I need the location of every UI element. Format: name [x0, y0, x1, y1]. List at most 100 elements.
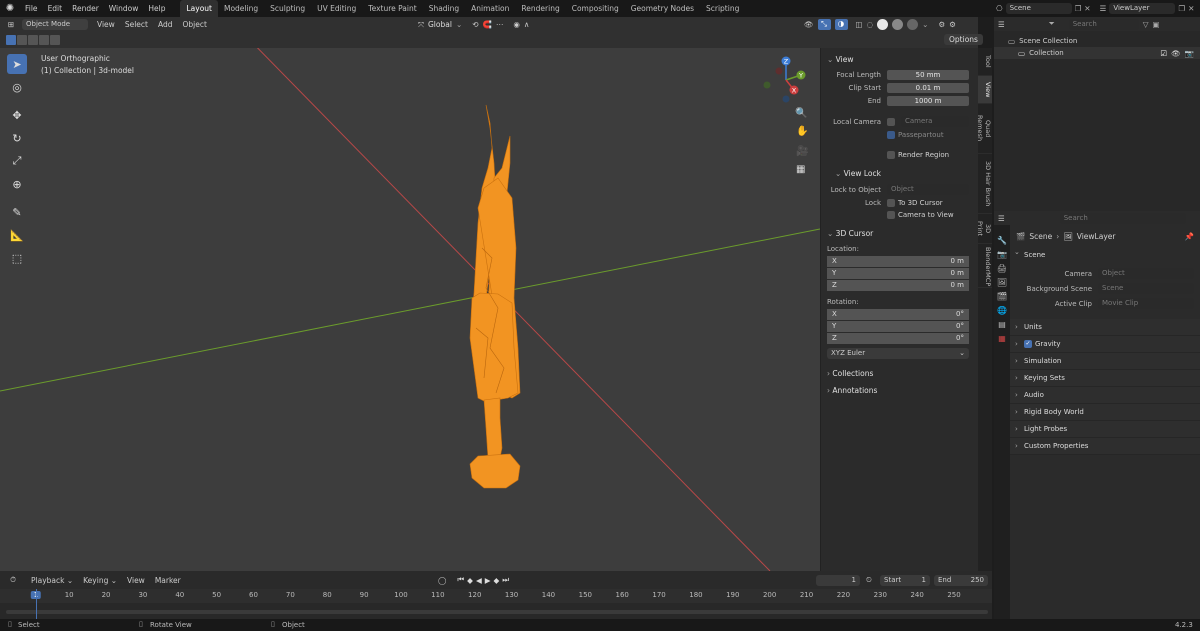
scene-tab-icon[interactable]: 🎬: [997, 292, 1007, 301]
timeline-track[interactable]: [0, 589, 992, 619]
settings-icon[interactable]: ⚙: [938, 20, 945, 29]
proportional-edit-icon[interactable]: ◉: [513, 20, 520, 29]
checkbox-icon[interactable]: ☑: [1160, 49, 1167, 58]
blender-logo-icon[interactable]: ✺: [0, 3, 20, 14]
falloff-icon[interactable]: ∧: [524, 20, 530, 29]
copy-icon[interactable]: ❐: [1075, 4, 1082, 13]
tab-modeling[interactable]: Modeling: [218, 0, 264, 17]
play-icon[interactable]: ▶: [485, 576, 491, 585]
pin-icon[interactable]: 📌: [1185, 232, 1194, 241]
annotate-tool-icon[interactable]: ✎: [7, 202, 27, 222]
properties-section-units[interactable]: Units: [1010, 319, 1200, 336]
camera-view-icon[interactable]: 🎥: [796, 146, 808, 157]
active-clip-field[interactable]: Movie Clip: [1098, 298, 1194, 309]
start-frame-field[interactable]: Start 1: [880, 574, 930, 586]
select-intersect-icon[interactable]: [39, 35, 49, 45]
output-tab-icon[interactable]: 🖨: [997, 264, 1007, 273]
local-camera-field[interactable]: Camera: [901, 116, 969, 127]
focal-length-field[interactable]: 50 mm: [887, 70, 969, 80]
menu-help[interactable]: Help: [143, 0, 170, 17]
grid-view-icon[interactable]: ▦: [796, 164, 805, 175]
camera-to-view-checkbox[interactable]: [887, 211, 895, 219]
npanel-tab-3d-print[interactable]: 3D Print: [976, 214, 992, 244]
tab-scripting[interactable]: Scripting: [700, 0, 745, 17]
render-settings-icon[interactable]: ⚙: [949, 20, 956, 29]
snap-icon[interactable]: 🧲: [483, 20, 492, 29]
shading-rendered-icon[interactable]: [907, 19, 919, 30]
clip-start-field[interactable]: 0.01 m: [887, 83, 969, 93]
clip-end-field[interactable]: 1000 m: [887, 96, 969, 106]
collection-tab-icon[interactable]: ▤: [998, 320, 1006, 329]
navigation-gizmo[interactable]: Z Y X: [761, 54, 811, 104]
properties-section-custom-properties[interactable]: Custom Properties: [1010, 438, 1200, 455]
filter-funnel-icon[interactable]: ▽: [1143, 20, 1149, 29]
move-tool-icon[interactable]: ✥: [7, 105, 27, 125]
tab-rendering[interactable]: Rendering: [515, 0, 565, 17]
npanel-tab-tool[interactable]: Tool: [978, 48, 992, 76]
filter-icon[interactable]: ⏷: [1049, 19, 1055, 29]
lock-to-object-field[interactable]: Object: [887, 184, 969, 195]
cursor-rotation-y-field[interactable]: Y 0°: [827, 321, 969, 332]
tab-compositing[interactable]: Compositing: [566, 0, 625, 17]
zoom-icon[interactable]: 🔍: [795, 108, 807, 119]
properties-section-rigid-body-world[interactable]: Rigid Body World: [1010, 404, 1200, 421]
view-layer-selector[interactable]: ViewLayer: [1109, 3, 1176, 14]
outliner-search-input[interactable]: Search: [1068, 18, 1139, 30]
tab-layout[interactable]: Layout: [180, 0, 218, 17]
timeline-menu-keying[interactable]: Keying ⌄: [78, 572, 122, 589]
camera-icon[interactable]: 📷: [1185, 49, 1194, 58]
overlay-toggle-icon[interactable]: ◑: [834, 19, 848, 30]
timeline-menu-marker[interactable]: Marker: [150, 572, 186, 589]
close-icon[interactable]: ✕: [1084, 4, 1090, 13]
scene-panel-header[interactable]: Scene: [1010, 244, 1200, 264]
select-subtract-icon[interactable]: [28, 35, 38, 45]
tab-texture-paint[interactable]: Texture Paint: [362, 0, 422, 17]
copy-icon[interactable]: ❐: [1178, 4, 1185, 13]
editor-type-icon[interactable]: ⊞: [0, 20, 22, 29]
properties-section-keying-sets[interactable]: Keying Sets: [1010, 370, 1200, 387]
camera-field[interactable]: Object: [1098, 268, 1194, 279]
timeline-menu-playback[interactable]: Playback ⌄: [26, 572, 78, 589]
transform-orientation[interactable]: Global: [428, 20, 452, 29]
mode-selector[interactable]: Object Mode: [22, 19, 88, 30]
viewport-menu-object[interactable]: Object: [177, 16, 211, 33]
npanel-tab-blendermcp[interactable]: BlenderMCP: [978, 244, 992, 288]
menu-window[interactable]: Window: [104, 0, 144, 17]
npanel-tab-view[interactable]: View: [978, 76, 992, 104]
select-tool-icon[interactable]: ➤: [7, 54, 27, 74]
view-layer-tab-icon[interactable]: 🖼: [997, 278, 1007, 287]
properties-section-simulation[interactable]: Simulation: [1010, 353, 1200, 370]
scene-selector[interactable]: Scene: [1005, 3, 1072, 14]
measure-tool-icon[interactable]: 📐: [7, 225, 27, 245]
timeline-menu-view[interactable]: View: [122, 572, 150, 589]
xray-icon[interactable]: ◫: [856, 20, 863, 29]
tab-shading[interactable]: Shading: [423, 0, 465, 17]
gizmo-toggle-icon[interactable]: ⤡: [817, 19, 831, 30]
world-tab-icon[interactable]: 🌐: [997, 306, 1007, 315]
render-tab-icon[interactable]: 📷: [997, 250, 1007, 259]
view-section-header[interactable]: ⌄ View: [827, 53, 969, 66]
gravity-checkbox[interactable]: ✓: [1024, 340, 1032, 348]
passepartout-checkbox[interactable]: [887, 131, 895, 139]
visibility-icon[interactable]: 👁: [804, 20, 814, 29]
add-cube-tool-icon[interactable]: ⬚: [7, 248, 27, 268]
timeline-editor-icon[interactable]: ⏱: [0, 575, 26, 585]
snap-increment-icon[interactable]: ⋯: [496, 20, 504, 29]
properties-search-input[interactable]: Search: [1059, 212, 1186, 224]
tool-tab-icon[interactable]: 🔧: [997, 236, 1007, 245]
properties-section-gravity[interactable]: ✓Gravity: [1010, 336, 1200, 353]
properties-editor-icon[interactable]: ☰: [998, 214, 1005, 223]
breadcrumb-view-layer[interactable]: ViewLayer: [1077, 232, 1116, 241]
scale-tool-icon[interactable]: ⤢: [7, 151, 27, 171]
end-frame-field[interactable]: End 250: [934, 574, 988, 586]
new-collection-icon[interactable]: ▣: [1153, 20, 1160, 29]
menu-file[interactable]: File: [20, 0, 43, 17]
pivot-icon[interactable]: ⟲: [472, 20, 478, 29]
rotate-tool-icon[interactable]: ↻: [7, 128, 27, 148]
close-icon[interactable]: ✕: [1188, 4, 1194, 13]
menu-render[interactable]: Render: [67, 0, 104, 17]
to-3d-cursor-checkbox[interactable]: [887, 199, 895, 207]
jump-start-icon[interactable]: ⏮: [457, 575, 464, 585]
outliner-editor-icon[interactable]: ☰: [998, 20, 1005, 29]
clock-icon[interactable]: ⏲: [866, 575, 872, 585]
